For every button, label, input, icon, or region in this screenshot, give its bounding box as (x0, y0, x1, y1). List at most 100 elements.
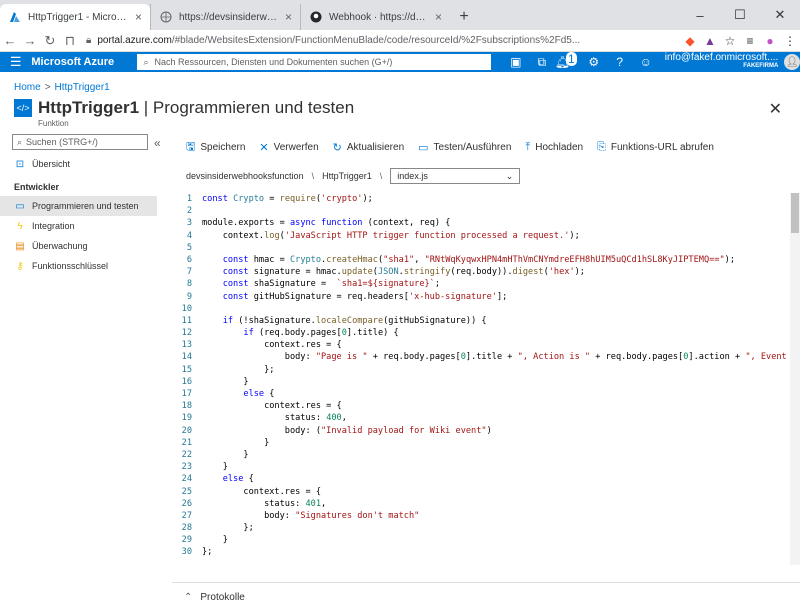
code-line[interactable]: 15 }; (172, 364, 800, 376)
menu-icon[interactable]: ⋮ (780, 34, 800, 48)
menu-search-input[interactable]: ⌕ Suchen (STRG+/) (12, 134, 148, 150)
account-info[interactable]: info@fakef.onmicrosoft.... FAKEFIRMA (665, 53, 779, 71)
browser-tab-function[interactable]: https://devsinsiderwebhooksfunction.azu … (150, 4, 300, 30)
brave-shield-icon[interactable]: ◆ (680, 34, 700, 48)
hamburger-icon[interactable]: ☰ (0, 54, 31, 70)
refresh-button[interactable]: ↻ Aktualisieren (333, 138, 404, 157)
chevron-down-icon: ⌄ (505, 170, 514, 181)
notification-badge: 1 (566, 51, 577, 66)
code-line[interactable]: 22 } (172, 449, 800, 461)
search-icon: ⌕ (143, 56, 149, 67)
code-line[interactable]: 3 module.exports = async function (contex… (172, 217, 800, 229)
code-text: else { (222, 474, 254, 485)
sidebar-item-monitoring[interactable]: ▤ Überwachung (0, 236, 172, 256)
code-line[interactable]: 2 (172, 205, 800, 217)
url-field[interactable]: 🔒︎ portal.azure.com/#blade/WebsitesExten… (86, 31, 674, 51)
cloud-shell-icon[interactable]: ▣ (503, 55, 529, 70)
github-icon (309, 10, 323, 24)
chevron-up-icon: ⌃ (184, 592, 193, 603)
line-number: 13 (181, 340, 192, 351)
code-line[interactable]: 19 status: 400, (172, 412, 800, 424)
avatar[interactable]: 👤︎ (784, 54, 800, 70)
code-text: context.res = { (202, 401, 342, 412)
code-line[interactable]: 21 } (172, 437, 800, 449)
blade-close-icon[interactable]: ✕ (769, 99, 782, 119)
code-line[interactable]: 11 if (!shaSignature.localeCompare(gitHu… (172, 315, 800, 327)
collapse-menu-icon[interactable]: « (154, 136, 161, 150)
get-function-url-button[interactable]: ⎘ Funktions-URL abrufen (597, 138, 714, 157)
breadcrumb-function[interactable]: HttpTrigger1 (55, 82, 110, 93)
code-line[interactable]: 5 (172, 242, 800, 254)
code-line[interactable]: 12 if (req.body.pages[0].title) { (172, 327, 800, 339)
test-run-button[interactable]: ▭ Testen/Ausführen (418, 138, 511, 157)
line-number: 19 (181, 413, 192, 424)
sidebar-item-integration[interactable]: ϟ Integration (0, 216, 172, 236)
tab-close-icon[interactable]: × (435, 10, 442, 24)
code-line[interactable]: 8 const shaSignature = `sha1=${signature… (172, 278, 800, 290)
browser-tab-azure[interactable]: HttpTrigger1 - Microsoft Azure × (0, 4, 150, 30)
editor-scrollbar[interactable] (790, 193, 800, 565)
code-line[interactable]: 23 } (172, 461, 800, 473)
tab-close-icon[interactable]: × (135, 10, 142, 24)
code-line[interactable]: 7 const signature = hmac.update(JSON.str… (172, 266, 800, 278)
code-text: } (202, 449, 249, 460)
code-line[interactable]: 25 context.res = { (172, 486, 800, 498)
code-line[interactable]: 14 body: "Page is " + req.body.pages[0].… (172, 351, 800, 363)
sidebar-icon[interactable]: ≡ (740, 34, 760, 48)
address-bar: ← → ↻ ⊓ 🔒︎ portal.azure.com/#blade/Websi… (0, 30, 800, 52)
upload-button[interactable]: ⤒ Hochladen (525, 138, 583, 157)
azure-top-bar: ☰ Microsoft Azure ⌕ Nach Ressourcen, Die… (0, 51, 800, 72)
file-select[interactable]: index.js ⌄ (390, 168, 521, 184)
feedback-icon[interactable]: ☺ (633, 55, 659, 70)
line-number: 30 (181, 547, 192, 558)
code-line[interactable]: 17 else { (172, 388, 800, 400)
bookmark-icon[interactable]: ⊓ (60, 33, 80, 49)
code-line[interactable]: 9 const gitHubSignature = req.headers['x… (172, 291, 800, 303)
code-line[interactable]: 6 const hmac = Crypto.createHmac("sha1",… (172, 254, 800, 266)
close-icon[interactable]: ✕ (760, 0, 800, 30)
code-line[interactable]: 20 body: ("Invalid payload for Wiki even… (172, 425, 800, 437)
profile-icon[interactable]: ● (760, 34, 780, 48)
maximize-icon[interactable]: ☐ (720, 0, 760, 30)
code-line[interactable]: 10 (172, 303, 800, 315)
forward-icon[interactable]: → (20, 33, 40, 48)
azure-favicon-icon (8, 10, 22, 24)
code-line[interactable]: 16 } (172, 376, 800, 388)
discard-button[interactable]: ✕ Verwerfen (259, 138, 318, 157)
notifications-icon[interactable]: 🔔︎1 (555, 51, 581, 70)
reload-icon[interactable]: ↻ (40, 33, 60, 49)
global-search-input[interactable]: ⌕ Nach Ressourcen, Diensten und Dokument… (137, 54, 491, 70)
code-line[interactable]: 30}; (172, 546, 800, 558)
code-line[interactable]: 28 }; (172, 522, 800, 534)
code-line[interactable]: 27 body: "Signatures don't match" (172, 510, 800, 522)
scrollbar-thumb[interactable] (791, 193, 799, 233)
sidebar-item-code-test[interactable]: ▭ Programmieren und testen (0, 196, 157, 216)
code-text: } (202, 535, 228, 546)
sidebar-item-function-keys[interactable]: ⚷ Funktionsschlüssel (0, 256, 172, 276)
directory-filter-icon[interactable]: ⧉ (529, 55, 555, 70)
rewards-icon[interactable]: ▲ (700, 34, 720, 48)
sidebar-item-overview[interactable]: ⊡ Übersicht (0, 154, 172, 174)
tab-close-icon[interactable]: × (285, 10, 292, 24)
back-icon[interactable]: ← (0, 33, 20, 48)
code-line[interactable]: 18 context.res = { (172, 400, 800, 412)
help-icon[interactable]: ? (607, 55, 633, 70)
code-editor[interactable]: 1 const Crypto = require('crypto'); 2 3 modu… (172, 193, 800, 565)
line-number: 14 (181, 352, 192, 363)
code-line[interactable]: 13 context.res = { (172, 339, 800, 351)
code-line[interactable]: 24 else { (172, 473, 800, 485)
azure-brand[interactable]: Microsoft Azure (31, 56, 129, 68)
favorites-icon[interactable]: ☆ (720, 34, 740, 48)
discard-icon: ✕ (259, 142, 269, 154)
code-line[interactable]: 29 } (172, 534, 800, 546)
logs-panel-toggle[interactable]: ⌃ Protokolle (172, 582, 800, 612)
code-line[interactable]: 1 const Crypto = require('crypto'); (172, 193, 800, 205)
code-line[interactable]: 26 status: 401, (172, 498, 800, 510)
minimize-icon[interactable]: – (680, 0, 720, 30)
browser-tab-webhook[interactable]: Webhook · https://devsinsiderwebhooksfi … (300, 4, 450, 30)
settings-icon[interactable]: ⚙ (581, 55, 607, 70)
new-tab-button[interactable]: + (450, 4, 478, 30)
code-line[interactable]: 4 context.log('JavaScript HTTP trigger f… (172, 230, 800, 242)
save-button[interactable]: 🖫︎ Speichern (186, 138, 245, 157)
breadcrumb-home[interactable]: Home (14, 82, 41, 93)
